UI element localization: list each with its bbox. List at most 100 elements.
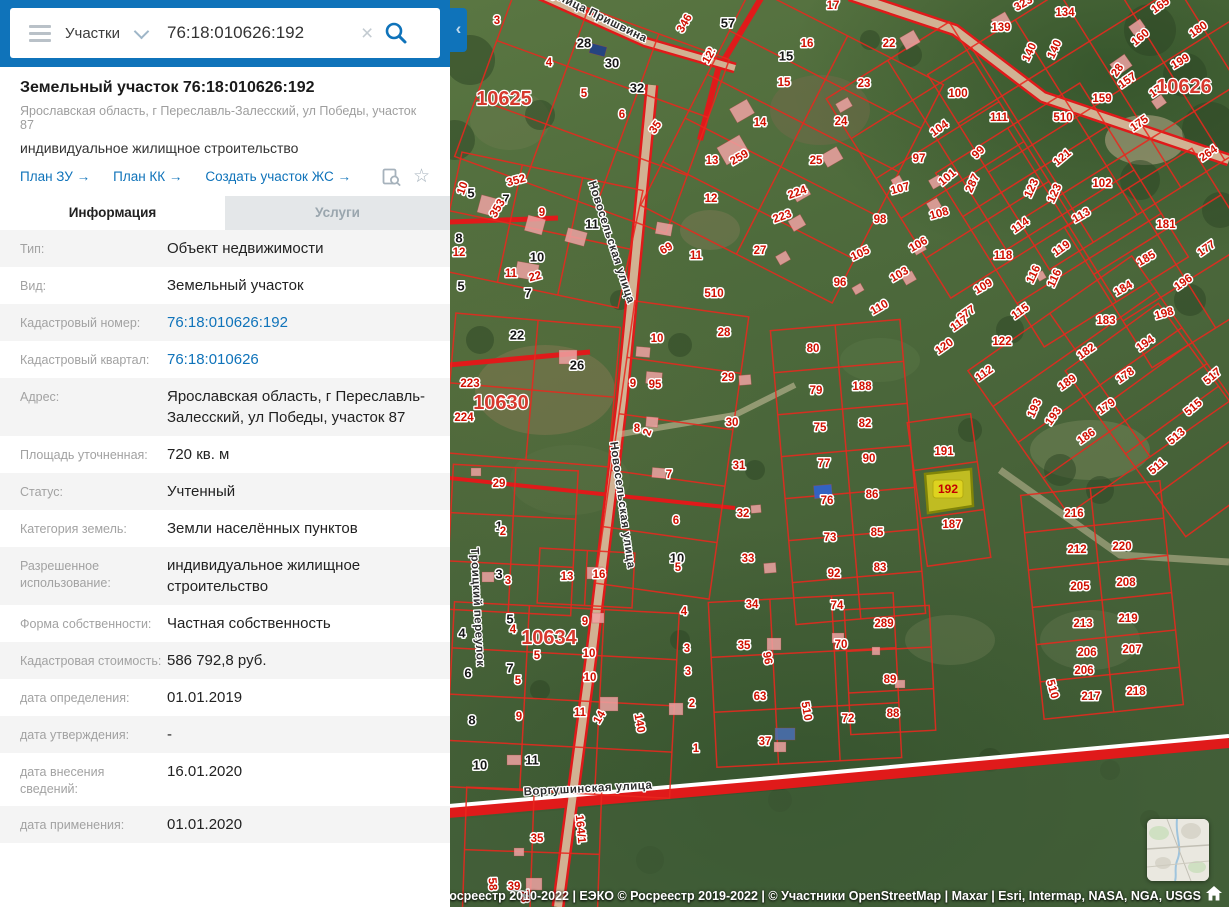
tab-bar: Информация Услуги <box>0 196 450 230</box>
svg-text:119: 119 <box>1051 239 1073 259</box>
svg-text:181: 181 <box>1156 219 1176 231</box>
svg-text:510: 510 <box>704 288 723 300</box>
svg-text:13: 13 <box>706 155 719 167</box>
svg-text:74: 74 <box>831 600 844 612</box>
hamburger-menu-icon[interactable] <box>29 21 51 46</box>
svg-text:3: 3 <box>684 643 690 655</box>
svg-text:118: 118 <box>994 250 1013 262</box>
svg-text:10630: 10630 <box>473 392 529 414</box>
object-address-subtitle: Ярославская область, г Переславль-Залесс… <box>20 104 417 132</box>
svg-text:9: 9 <box>539 207 545 219</box>
info-row: Адрес: Ярославская область, г Переславль-… <box>0 378 450 436</box>
svg-text:77: 77 <box>818 458 831 470</box>
svg-text:23: 23 <box>858 78 871 90</box>
svg-text:9: 9 <box>630 378 636 390</box>
svg-text:122: 122 <box>992 336 1011 348</box>
svg-text:5: 5 <box>581 88 588 100</box>
document-search-icon[interactable] <box>382 168 401 186</box>
chevron-down-icon[interactable] <box>133 23 150 39</box>
info-row-label: Тип: <box>20 242 45 256</box>
svg-text:89: 89 <box>884 674 897 686</box>
map-canvas[interactable]: 3 3462830574325635121312352105 7353 911812 1… <box>450 0 1229 907</box>
info-row-value-link[interactable]: 76:18:010626 <box>162 349 437 370</box>
overview-minimap[interactable] <box>1147 819 1209 881</box>
svg-text:352: 352 <box>505 173 527 190</box>
svg-text:104: 104 <box>928 118 951 139</box>
svg-text:346: 346 <box>675 12 695 35</box>
svg-text:30: 30 <box>605 56 619 71</box>
svg-text:10634: 10634 <box>521 627 577 649</box>
info-row-label: Статус: <box>20 485 63 499</box>
svg-text:3: 3 <box>505 575 511 587</box>
tab-information[interactable]: Информация <box>0 196 225 230</box>
svg-text:207: 207 <box>1122 644 1141 656</box>
svg-text:улица Пришвина: улица Пришвина <box>550 0 649 45</box>
svg-text:14: 14 <box>754 117 767 129</box>
svg-text:193: 193 <box>1025 397 1044 419</box>
plan-link-1[interactable]: План КК → <box>113 169 182 184</box>
info-row-value: 01.01.2020 <box>167 815 243 833</box>
svg-text:11: 11 <box>585 217 599 232</box>
info-row-value: Учтенный <box>167 483 236 500</box>
svg-text:184: 184 <box>1112 279 1135 299</box>
info-row-label: дата утверждения: <box>20 728 130 742</box>
svg-text:218: 218 <box>1126 686 1146 698</box>
svg-text:3: 3 <box>685 666 691 678</box>
svg-text:2: 2 <box>689 698 695 710</box>
tab-services[interactable]: Услуги <box>225 196 450 230</box>
svg-text:73: 73 <box>824 532 837 544</box>
svg-text:35: 35 <box>531 833 544 845</box>
svg-text:177: 177 <box>1195 238 1218 259</box>
svg-text:10: 10 <box>583 648 596 660</box>
svg-text:111: 111 <box>990 112 1009 124</box>
svg-text:9: 9 <box>582 616 588 628</box>
svg-text:287: 287 <box>963 172 982 194</box>
svg-text:114: 114 <box>1010 215 1033 236</box>
svg-text:192: 192 <box>938 482 958 496</box>
svg-text:10: 10 <box>651 333 664 345</box>
info-row: Форма собственности: Частная собственност… <box>0 605 450 642</box>
svg-text:3: 3 <box>495 567 502 582</box>
info-row-value: Земли населённых пунктов <box>167 520 358 537</box>
svg-text:140: 140 <box>1045 38 1064 60</box>
svg-text:10: 10 <box>584 672 597 684</box>
svg-text:16: 16 <box>593 569 606 581</box>
search-category-select[interactable]: Участки <box>65 25 120 42</box>
info-row-label: Кадастровая стоимость: <box>20 654 162 668</box>
svg-text:179: 179 <box>1095 396 1118 417</box>
svg-text:12: 12 <box>705 193 718 205</box>
svg-text:97: 97 <box>913 153 926 165</box>
svg-text:34: 34 <box>746 599 759 611</box>
svg-text:140: 140 <box>631 713 646 734</box>
svg-text:6: 6 <box>464 666 471 681</box>
clear-icon[interactable]: × <box>361 23 373 44</box>
object-title: Земельный участок 76:18:010626:192 <box>20 79 315 96</box>
info-row: Кадастровая стоимость: 586 792,8 руб. <box>0 642 450 679</box>
collapse-panel-button[interactable]: ‹ <box>450 8 467 52</box>
svg-text:194: 194 <box>1134 333 1157 354</box>
home-icon[interactable] <box>1206 886 1222 901</box>
plan-link-0[interactable]: План ЗУ → <box>20 169 90 184</box>
star-icon[interactable]: ☆ <box>413 167 430 186</box>
header-icons: ☆ <box>382 167 430 186</box>
svg-text:8: 8 <box>468 713 475 728</box>
svg-text:213: 213 <box>1073 618 1092 630</box>
info-row-value-link[interactable]: 76:18:010626:192 <box>162 312 437 333</box>
svg-text:3: 3 <box>494 15 500 27</box>
cadastral-map-app: Участки × Земельный участок 76:18:010626… <box>0 0 1229 907</box>
map-viewport[interactable]: 3 346 28 30 57 4 32 5 6 35 12 13 12 352 10 5 7 353 9 11 8 12 1… <box>450 0 1229 907</box>
plan-link-2[interactable]: Создать участок ЖС → <box>205 169 351 184</box>
svg-text:102: 102 <box>1092 178 1111 190</box>
svg-text:5: 5 <box>515 675 522 687</box>
search-input[interactable] <box>165 22 359 44</box>
svg-text:134: 134 <box>1055 7 1075 19</box>
svg-text:82: 82 <box>859 418 872 430</box>
svg-text:110: 110 <box>868 298 890 318</box>
svg-text:11: 11 <box>525 753 539 768</box>
svg-text:185: 185 <box>1135 249 1158 269</box>
info-row: Площадь уточненная: 720 кв. м <box>0 436 450 473</box>
search-icon[interactable] <box>383 20 409 46</box>
svg-text:98: 98 <box>874 214 887 226</box>
svg-text:8: 8 <box>455 231 462 246</box>
svg-text:85: 85 <box>871 527 884 539</box>
